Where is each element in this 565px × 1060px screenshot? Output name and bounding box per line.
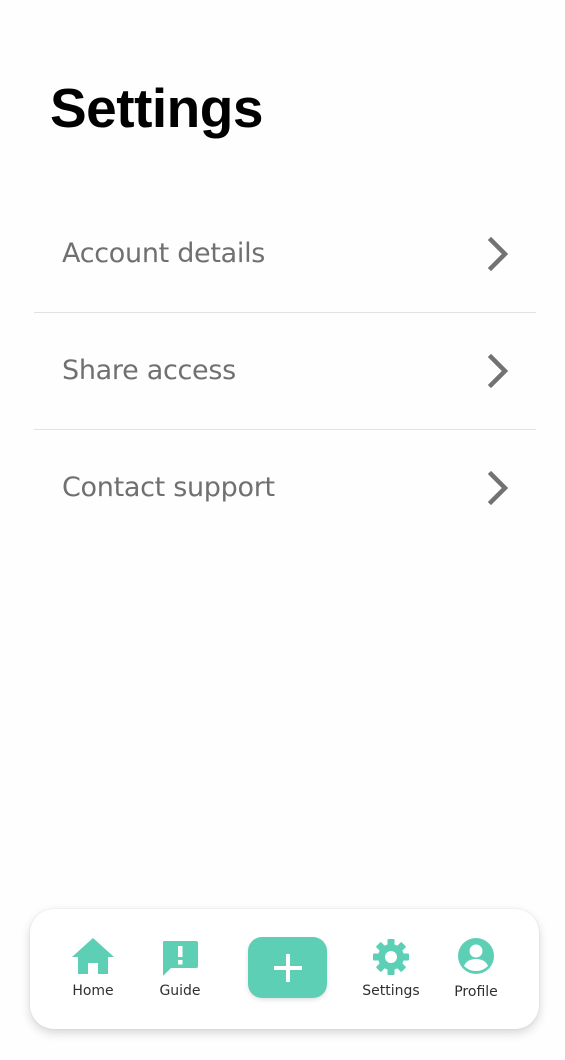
- settings-item-label: Share access: [62, 355, 236, 386]
- tab-label-settings: Settings: [362, 983, 420, 999]
- alert-message-icon: [161, 939, 199, 982]
- home-icon: [71, 937, 115, 980]
- tab-guide[interactable]: Guide: [140, 909, 220, 1029]
- settings-item-label: Account details: [62, 238, 266, 269]
- settings-item-account-details[interactable]: Account details: [34, 196, 536, 313]
- plus-icon: [248, 952, 327, 984]
- tab-profile[interactable]: Profile: [436, 909, 516, 1029]
- settings-item-share-access[interactable]: Share access: [34, 313, 536, 430]
- tab-home[interactable]: Home: [53, 909, 133, 1029]
- settings-item-contact-support[interactable]: Contact support: [34, 430, 536, 547]
- chevron-right-icon: [486, 353, 510, 389]
- bottom-tab-bar: Home Guide Settings Profile: [30, 909, 539, 1029]
- tab-label-guide: Guide: [159, 983, 201, 999]
- page-title: Settings: [50, 77, 263, 139]
- settings-item-label: Contact support: [62, 472, 275, 503]
- gear-icon: [372, 938, 410, 981]
- add-button[interactable]: [248, 937, 327, 998]
- account-circle-icon: [457, 937, 495, 980]
- chevron-right-icon: [486, 470, 510, 506]
- tab-label-profile: Profile: [454, 984, 498, 1000]
- tab-label-home: Home: [72, 983, 114, 999]
- settings-list: Account details Share access Contact sup…: [34, 196, 536, 547]
- tab-settings[interactable]: Settings: [351, 909, 431, 1029]
- chevron-right-icon: [486, 236, 510, 272]
